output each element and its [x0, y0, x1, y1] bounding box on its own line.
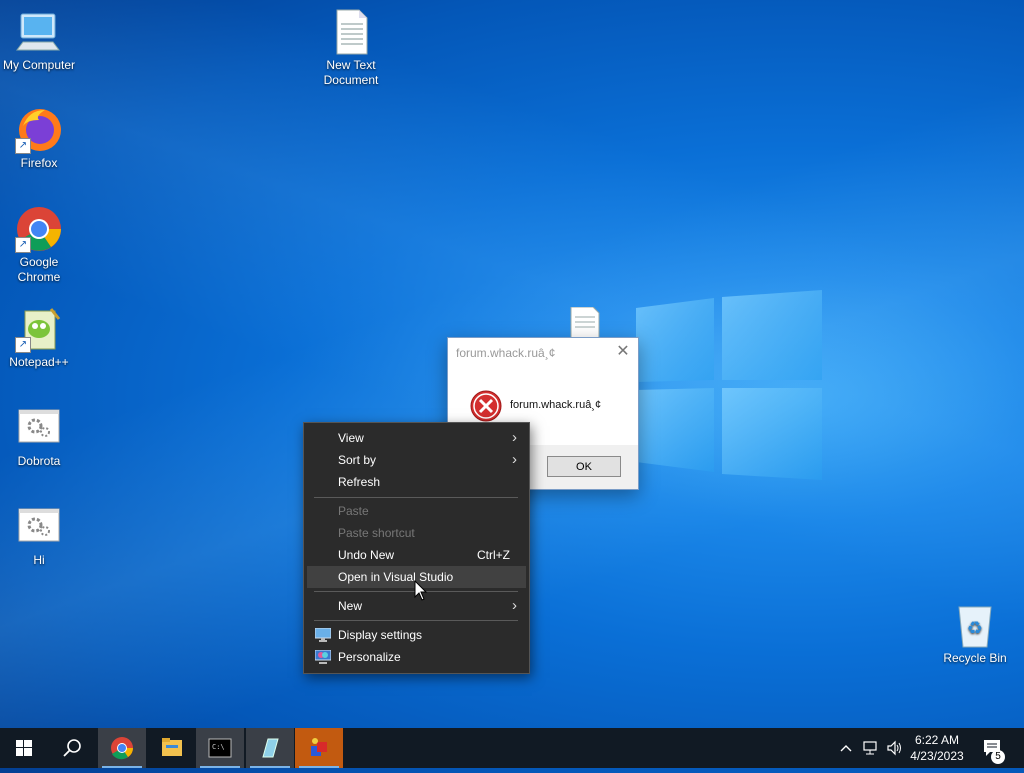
- desktop-icon-my-computer[interactable]: My Computer: [0, 8, 81, 73]
- menu-separator: [314, 620, 518, 621]
- menu-item-sort-by[interactable]: Sort by ›: [307, 449, 526, 471]
- dialog-message: forum.whack.ruâ¸¢: [510, 399, 602, 411]
- firefox-icon: ↗: [15, 106, 63, 154]
- windows-wallpaper-logo-icon: [636, 290, 822, 480]
- dialog-titlebar[interactable]: forum.whack.ruâ¸¢ ✕: [448, 338, 638, 368]
- desktop-icon-new-text-document[interactable]: New Text Document: [309, 8, 393, 88]
- desktop-icon-label: Recycle Bin: [943, 651, 1007, 665]
- menu-item-label: New: [338, 599, 363, 613]
- taskbar-chrome[interactable]: [98, 728, 146, 768]
- desktop-icon-notepadpp[interactable]: ↗ Notepad++: [0, 305, 81, 370]
- menu-item-label: Display settings: [338, 628, 423, 642]
- menu-item-label: Undo New: [338, 548, 395, 562]
- menu-item-label: Personalize: [338, 650, 401, 664]
- menu-item-label: Paste shortcut: [338, 526, 415, 540]
- start-button[interactable]: [0, 728, 48, 768]
- app-icon: [311, 738, 327, 756]
- taskbar-active-app[interactable]: [295, 728, 343, 768]
- chevron-right-icon: ›: [512, 429, 517, 446]
- network-icon[interactable]: [862, 740, 880, 756]
- menu-item-display-settings[interactable]: Display settings: [307, 624, 526, 646]
- svg-text:C:\: C:\: [212, 743, 225, 751]
- ok-button[interactable]: OK: [547, 456, 621, 477]
- desktop-icon-firefox[interactable]: ↗ Firefox: [0, 106, 81, 171]
- menu-item-undo-new[interactable]: Undo New Ctrl+Z: [307, 544, 526, 566]
- chrome-icon: ↗: [15, 205, 63, 253]
- menu-separator: [314, 497, 518, 498]
- notepadpp-icon: ↗: [15, 305, 63, 353]
- recycle-bin-icon: ♻: [951, 601, 999, 649]
- desktop-icon-hi[interactable]: Hi: [0, 503, 81, 568]
- taskbar-clock[interactable]: 6:22 AM 4/23/2023: [905, 732, 969, 764]
- start-icon: [16, 740, 32, 756]
- menu-item-label: Open in Visual Studio: [338, 570, 454, 584]
- menu-item-label: Refresh: [338, 475, 381, 489]
- menu-item-refresh[interactable]: Refresh: [307, 471, 526, 493]
- notification-count-badge: 5: [991, 750, 1005, 764]
- settings-file-icon: [15, 503, 63, 551]
- text-file-icon: [327, 8, 375, 56]
- cmd-icon: C:\: [208, 738, 232, 758]
- volume-icon[interactable]: [886, 740, 904, 756]
- text-file-icon: [569, 306, 601, 340]
- dialog-title: forum.whack.ruâ¸¢: [456, 346, 556, 360]
- desktop-icon-dobrota[interactable]: Dobrota: [0, 404, 81, 469]
- desktop-icon-label: My Computer: [2, 58, 76, 72]
- menu-item-view[interactable]: View ›: [307, 427, 526, 449]
- menu-item-label: Paste: [338, 504, 369, 518]
- personalize-icon: [315, 650, 331, 664]
- desktop-icon-label: Hi: [33, 553, 45, 567]
- file-explorer-icon: [162, 738, 182, 756]
- computer-icon: [15, 8, 63, 56]
- menu-item-personalize[interactable]: Personalize: [307, 646, 526, 668]
- desktop-context-menu: View › Sort by › Refresh Paste Paste sho…: [303, 422, 530, 674]
- chevron-right-icon: ›: [512, 597, 517, 614]
- menu-item-paste: Paste: [307, 500, 526, 522]
- shortcut-arrow-icon: ↗: [15, 138, 31, 154]
- taskbar: C:\ 6:22 AM 4/23/2023: [0, 728, 1024, 768]
- desktop-icon-label: New Text Document: [323, 58, 379, 87]
- settings-file-icon: [15, 404, 63, 452]
- chrome-icon: [111, 737, 133, 760]
- desktop-icon-google-chrome[interactable]: ↗ Google Chrome: [0, 205, 81, 285]
- desktop-icon-label: Firefox: [20, 156, 58, 170]
- shortcut-arrow-icon: ↗: [15, 237, 31, 253]
- notepad-icon: [262, 738, 279, 758]
- desktop-icon-label: Notepad++: [9, 355, 69, 369]
- desktop-icon-recycle-bin[interactable]: ♻ Recycle Bin: [933, 601, 1017, 666]
- clock-time: 6:22 AM: [914, 733, 960, 747]
- mouse-pointer-icon: [414, 580, 428, 601]
- menu-item-paste-shortcut: Paste shortcut: [307, 522, 526, 544]
- menu-item-shortcut: Ctrl+Z: [477, 548, 510, 562]
- chevron-right-icon: ›: [512, 451, 517, 468]
- chevron-up-icon[interactable]: [838, 740, 854, 756]
- desktop-icon-label: Google Chrome: [17, 255, 61, 284]
- search-icon: [63, 739, 81, 757]
- desktop-icon-hidden-file[interactable]: [543, 306, 627, 341]
- shortcut-arrow-icon: ↗: [15, 337, 31, 353]
- search-button[interactable]: [48, 728, 96, 768]
- desktop-icon-label: Dobrota: [17, 454, 61, 468]
- taskbar-notepad[interactable]: [246, 728, 294, 768]
- error-icon: [470, 390, 502, 422]
- svg-text:♻: ♻: [967, 618, 983, 639]
- display-icon: [315, 628, 331, 642]
- taskbar-file-explorer[interactable]: [148, 728, 196, 768]
- menu-item-label: Sort by: [338, 453, 377, 467]
- menu-item-label: View: [338, 431, 364, 445]
- clock-date: 4/23/2023: [910, 749, 964, 763]
- close-icon[interactable]: ✕: [614, 343, 632, 361]
- taskbar-cmd[interactable]: C:\: [196, 728, 244, 768]
